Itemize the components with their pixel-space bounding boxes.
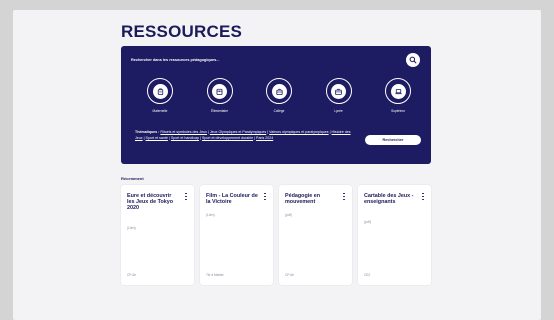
schoolbag-icon [216,88,223,95]
resource-card[interactable]: Cartable des Jeux - enseignants (pdf) CE… [358,185,431,285]
bag-icon [275,88,283,95]
card-format: (pdf) [285,213,292,217]
theme-link[interactable]: Jeux Olympiques et Paralympiques [210,130,266,134]
card-format: (Lien) [127,226,136,230]
kebab-menu-icon[interactable] [422,193,424,200]
level-label: Élémentaire [210,109,228,113]
submit-search-button[interactable]: Rechercher [365,135,421,145]
level-label: Supérieur [391,109,405,113]
page-title: RESSOURCES [121,22,243,41]
level-superieur[interactable]: Supérieur [381,78,415,116]
card-level: CP-6e [285,273,295,277]
level-maternelle[interactable]: Maternelle [143,78,177,116]
search-icon [409,56,417,64]
level-label: Collège [273,109,285,113]
recent-heading: Récemment [121,176,144,181]
card-title: Film - La Couleur de la Victoire [206,193,258,206]
level-lycee[interactable]: Lycée [322,78,356,116]
theme-link[interactable]: Rituels et symboles des Jeux [160,130,207,134]
card-title: Pédagogie en mouvement [285,193,321,206]
recent-cards: Eure et découvrir les Jeux de Tokyo 2020… [121,185,431,285]
level-filters: Maternelle Élémentaire Collège Lycée Sup… [143,78,415,116]
themes-list: Thématiques : Rituels et symboles des Je… [135,130,351,140]
level-elementaire[interactable]: Élémentaire [203,78,237,116]
search-panel: Rechercher dans les ressources pédagogiq… [121,46,431,164]
theme-link[interactable]: Valeurs olympiques et paralympiques [269,130,328,134]
resource-card[interactable]: Pédagogie en mouvement (pdf) CP-6e [279,185,352,285]
card-title: Cartable des Jeux - enseignants [364,193,414,206]
theme-link[interactable]: Sport et développement durable [202,136,253,140]
card-level: CE2 [364,273,371,277]
card-format: (pdf) [364,220,371,224]
theme-link[interactable]: Sport et santé [146,136,168,140]
themes-label: Thématiques : [135,130,160,134]
card-level: CP-6e [127,273,137,277]
kebab-menu-icon[interactable] [264,193,266,200]
card-format: (Lien) [206,213,215,217]
laptop-icon [394,88,402,94]
kebab-menu-icon[interactable] [343,193,345,200]
backpack-icon [157,87,163,95]
search-button[interactable] [406,53,420,67]
theme-link[interactable]: Paris 2024 [256,136,273,140]
level-label: Maternelle [152,109,168,113]
resource-card[interactable]: Film - La Couleur de la Victoire (Lien) … [200,185,273,285]
level-college[interactable]: Collège [262,78,296,116]
card-level: Tle à Master [206,273,224,277]
card-title: Eure et découvrir les Jeux de Tokyo 2020 [127,193,174,212]
search-input[interactable]: Rechercher dans les ressources pédagogiq… [129,58,219,62]
level-label: Lycée [334,109,343,113]
resource-card[interactable]: Eure et découvrir les Jeux de Tokyo 2020… [121,185,194,285]
search-bar[interactable]: Rechercher dans les ressources pédagogiq… [129,53,423,67]
kebab-menu-icon[interactable] [185,193,187,200]
briefcase-icon [335,88,342,95]
theme-link[interactable]: Sport et handicap [171,136,199,140]
